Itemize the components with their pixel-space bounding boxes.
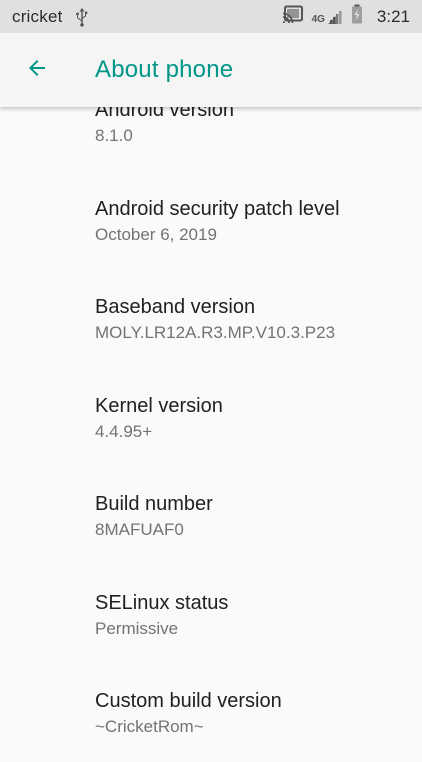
app-bar: About phone — [0, 33, 422, 107]
item-summary: October 6, 2019 — [95, 225, 217, 244]
item-title: Android security patch level — [95, 198, 340, 220]
item-summary: MOLY.LR12A.R3.MP.V10.3.P23 — [95, 323, 336, 342]
item-title: Custom build version — [95, 690, 282, 712]
signal-icon: 4G — [312, 9, 343, 25]
back-button[interactable] — [0, 33, 74, 107]
item-title: Baseband version — [95, 296, 256, 318]
usb-icon — [75, 7, 89, 27]
page-title: About phone — [95, 56, 234, 83]
item-title: Build number — [95, 493, 213, 515]
list-item-custom-build-version[interactable]: Custom build version ~CricketRom~ — [95, 689, 405, 738]
battery-charging-icon — [351, 4, 363, 29]
status-clock: 3:21 — [376, 6, 410, 26]
item-title: SELinux status — [95, 592, 229, 614]
item-summary: ~CricketRom~ — [95, 717, 204, 736]
item-summary: 8.1.0 — [95, 126, 133, 145]
item-summary: Permissive — [95, 619, 179, 638]
carrier-name: cricket — [12, 6, 63, 26]
about-phone-screen: cricket 4G 3:21 About phone Android vers… — [0, 0, 422, 762]
arrow-back-icon — [25, 56, 49, 85]
status-bar: cricket 4G 3:21 — [0, 0, 422, 33]
list-item-build-number[interactable]: Build number 8MAFUAF0 — [95, 492, 405, 541]
cast-icon — [282, 5, 304, 28]
list-item-kernel-version[interactable]: Kernel version 4.4.95+ — [95, 394, 405, 443]
item-title: Kernel version — [95, 395, 223, 417]
list-item-baseband-version[interactable]: Baseband version MOLY.LR12A.R3.MP.V10.3.… — [95, 295, 405, 344]
status-icons: 4G 3:21 — [282, 4, 410, 29]
network-badge: 4G — [311, 13, 325, 25]
item-summary: 4.4.95+ — [95, 422, 153, 441]
list-item-security-patch[interactable]: Android security patch level October 6, … — [95, 197, 405, 246]
list-item-selinux-status[interactable]: SELinux status Permissive — [95, 591, 405, 640]
item-summary: 8MAFUAF0 — [95, 520, 184, 539]
